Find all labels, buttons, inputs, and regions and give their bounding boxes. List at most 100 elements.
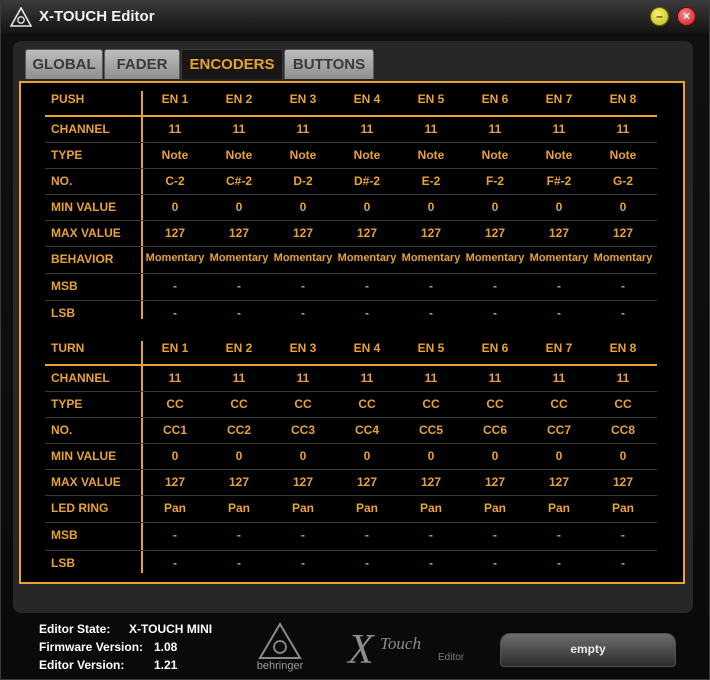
- turn-value-cell[interactable]: Pan: [269, 501, 337, 515]
- turn-value-cell[interactable]: 127: [589, 475, 657, 489]
- push-value-cell[interactable]: -: [397, 279, 465, 293]
- push-value-cell[interactable]: G-2: [589, 174, 657, 188]
- turn-value-cell[interactable]: -: [205, 556, 273, 570]
- turn-value-cell[interactable]: 11: [269, 371, 337, 385]
- push-value-cell[interactable]: -: [269, 279, 337, 293]
- tab-global[interactable]: GLOBAL: [25, 49, 103, 79]
- push-value-cell[interactable]: -: [205, 306, 273, 320]
- turn-value-cell[interactable]: 127: [397, 475, 465, 489]
- turn-value-cell[interactable]: 11: [397, 371, 465, 385]
- turn-value-cell[interactable]: -: [269, 528, 337, 542]
- turn-value-cell[interactable]: 127: [205, 475, 273, 489]
- push-value-cell[interactable]: Momentary: [461, 252, 529, 264]
- close-button[interactable]: ×: [677, 7, 696, 26]
- push-value-cell[interactable]: -: [461, 279, 529, 293]
- push-value-cell[interactable]: Momentary: [269, 252, 337, 264]
- push-value-cell[interactable]: F#-2: [525, 174, 593, 188]
- turn-value-cell[interactable]: -: [333, 556, 401, 570]
- title-bar[interactable]: X-TOUCH Editor – ×: [1, 1, 709, 33]
- push-value-cell[interactable]: -: [141, 279, 209, 293]
- tab-buttons[interactable]: BUTTONS: [284, 49, 374, 79]
- push-value-cell[interactable]: 11: [589, 122, 657, 136]
- push-value-cell[interactable]: Note: [397, 148, 465, 162]
- push-value-cell[interactable]: Momentary: [205, 252, 273, 264]
- turn-value-cell[interactable]: 0: [461, 449, 529, 463]
- turn-value-cell[interactable]: CC: [397, 397, 465, 411]
- push-value-cell[interactable]: -: [333, 306, 401, 320]
- tab-encoders[interactable]: ENCODERS: [181, 49, 283, 79]
- push-value-cell[interactable]: -: [141, 306, 209, 320]
- push-value-cell[interactable]: 127: [205, 226, 273, 240]
- turn-value-cell[interactable]: 0: [397, 449, 465, 463]
- push-value-cell[interactable]: Note: [205, 148, 273, 162]
- turn-value-cell[interactable]: -: [141, 556, 209, 570]
- turn-value-cell[interactable]: CC1: [141, 423, 209, 437]
- push-value-cell[interactable]: 127: [333, 226, 401, 240]
- turn-value-cell[interactable]: CC4: [333, 423, 401, 437]
- push-value-cell[interactable]: -: [461, 306, 529, 320]
- push-value-cell[interactable]: 11: [461, 122, 529, 136]
- turn-value-cell[interactable]: -: [461, 528, 529, 542]
- push-value-cell[interactable]: Momentary: [141, 252, 209, 264]
- push-value-cell[interactable]: 127: [589, 226, 657, 240]
- turn-value-cell[interactable]: -: [397, 528, 465, 542]
- turn-value-cell[interactable]: -: [397, 556, 465, 570]
- turn-value-cell[interactable]: 11: [589, 371, 657, 385]
- turn-value-cell[interactable]: CC: [205, 397, 273, 411]
- push-value-cell[interactable]: 11: [269, 122, 337, 136]
- push-value-cell[interactable]: Momentary: [333, 252, 401, 264]
- turn-value-cell[interactable]: 127: [141, 475, 209, 489]
- turn-value-cell[interactable]: Pan: [397, 501, 465, 515]
- push-value-cell[interactable]: 127: [141, 226, 209, 240]
- turn-value-cell[interactable]: CC: [525, 397, 593, 411]
- push-value-cell[interactable]: Note: [461, 148, 529, 162]
- turn-value-cell[interactable]: 0: [141, 449, 209, 463]
- push-value-cell[interactable]: 11: [397, 122, 465, 136]
- push-value-cell[interactable]: -: [589, 306, 657, 320]
- turn-value-cell[interactable]: 0: [205, 449, 273, 463]
- turn-value-cell[interactable]: Pan: [333, 501, 401, 515]
- turn-value-cell[interactable]: 0: [269, 449, 337, 463]
- turn-value-cell[interactable]: -: [461, 556, 529, 570]
- push-value-cell[interactable]: 0: [333, 200, 401, 214]
- turn-value-cell[interactable]: 11: [461, 371, 529, 385]
- push-value-cell[interactable]: Momentary: [589, 252, 657, 264]
- turn-value-cell[interactable]: -: [525, 528, 593, 542]
- turn-value-cell[interactable]: CC: [461, 397, 529, 411]
- push-value-cell[interactable]: 11: [333, 122, 401, 136]
- push-value-cell[interactable]: D#-2: [333, 174, 401, 188]
- turn-value-cell[interactable]: -: [269, 556, 337, 570]
- turn-value-cell[interactable]: Pan: [589, 501, 657, 515]
- turn-value-cell[interactable]: -: [205, 528, 273, 542]
- push-value-cell[interactable]: -: [525, 306, 593, 320]
- preset-slot-button[interactable]: empty: [500, 633, 676, 667]
- turn-value-cell[interactable]: -: [525, 556, 593, 570]
- push-value-cell[interactable]: Note: [589, 148, 657, 162]
- turn-value-cell[interactable]: 11: [333, 371, 401, 385]
- turn-value-cell[interactable]: 11: [141, 371, 209, 385]
- tab-fader[interactable]: FADER: [104, 49, 180, 79]
- turn-value-cell[interactable]: 0: [525, 449, 593, 463]
- turn-value-cell[interactable]: 11: [205, 371, 273, 385]
- push-value-cell[interactable]: 0: [461, 200, 529, 214]
- turn-value-cell[interactable]: CC3: [269, 423, 337, 437]
- turn-value-cell[interactable]: CC8: [589, 423, 657, 437]
- push-value-cell[interactable]: 11: [525, 122, 593, 136]
- push-value-cell[interactable]: Note: [333, 148, 401, 162]
- turn-value-cell[interactable]: CC: [589, 397, 657, 411]
- turn-value-cell[interactable]: -: [589, 556, 657, 570]
- turn-value-cell[interactable]: Pan: [525, 501, 593, 515]
- push-value-cell[interactable]: Momentary: [397, 252, 465, 264]
- push-value-cell[interactable]: 0: [269, 200, 337, 214]
- turn-value-cell[interactable]: -: [333, 528, 401, 542]
- turn-value-cell[interactable]: Pan: [205, 501, 273, 515]
- push-value-cell[interactable]: F-2: [461, 174, 529, 188]
- push-value-cell[interactable]: 0: [205, 200, 273, 214]
- push-value-cell[interactable]: 127: [461, 226, 529, 240]
- push-value-cell[interactable]: D-2: [269, 174, 337, 188]
- push-value-cell[interactable]: 127: [269, 226, 337, 240]
- push-value-cell[interactable]: 0: [525, 200, 593, 214]
- push-value-cell[interactable]: C-2: [141, 174, 209, 188]
- turn-value-cell[interactable]: CC: [141, 397, 209, 411]
- push-value-cell[interactable]: 0: [397, 200, 465, 214]
